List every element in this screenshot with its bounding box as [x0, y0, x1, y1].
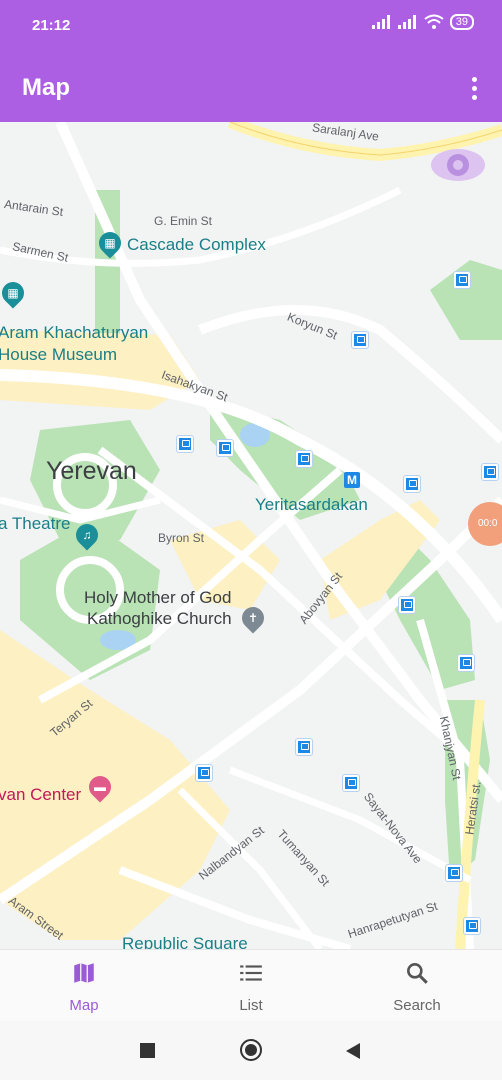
bus-stop-icon[interactable] — [458, 655, 474, 671]
search-icon — [407, 963, 428, 984]
battery-icon: 39 — [449, 14, 474, 30]
street-label: G. Emin St — [154, 214, 213, 228]
street-label: Byron St — [158, 531, 205, 545]
bus-stop-icon[interactable] — [296, 739, 312, 755]
nav-label: List — [239, 997, 263, 1014]
signal-icon — [397, 15, 416, 29]
nav-label: Map — [69, 997, 99, 1014]
bottom-navigation: Map List Search — [0, 949, 502, 1022]
bus-stop-icon[interactable] — [464, 918, 480, 934]
city-label: Yerevan — [46, 457, 137, 485]
map-view[interactable]: 00:0 Saralanj Ave Antarain St G. Emin St… — [0, 122, 502, 949]
bus-stop-icon[interactable] — [352, 332, 368, 348]
bus-stop-icon[interactable] — [454, 272, 470, 288]
back-icon[interactable] — [344, 1041, 362, 1061]
timer-badge-text: 00:0 — [478, 518, 498, 529]
poi-label[interactable]: Holy Mother of God — [84, 589, 231, 606]
bus-stop-icon[interactable] — [343, 775, 359, 791]
overflow-menu-icon[interactable] — [464, 74, 484, 102]
status-bar: 21:12 39 — [0, 0, 502, 54]
poi-label[interactable]: House Museum — [0, 346, 117, 363]
poi-label[interactable]: van Center — [0, 786, 81, 803]
bus-stop-icon[interactable] — [482, 464, 498, 480]
wifi-icon — [424, 14, 444, 29]
poi-label[interactable]: Yeritasardakan — [255, 496, 368, 513]
bus-stop-icon[interactable] — [217, 440, 233, 456]
status-time: 21:12 — [32, 17, 71, 34]
eye-icon[interactable] — [430, 147, 486, 183]
hotel-pin-icon[interactable]: ▬ — [84, 771, 116, 803]
museum-pin-icon[interactable]: ▦ — [94, 227, 126, 259]
metro-icon[interactable]: M — [344, 472, 360, 488]
music-pin-icon[interactable]: ♫ — [71, 519, 103, 551]
system-navigation-bar — [0, 1021, 502, 1080]
bus-stop-icon[interactable] — [399, 597, 415, 613]
app-bar: Map — [0, 54, 502, 122]
list-icon — [240, 965, 262, 981]
poi-label[interactable]: Kathoghike Church — [87, 610, 232, 627]
status-icons: 39 — [371, 14, 474, 30]
bus-stop-icon[interactable] — [446, 865, 462, 881]
poi-label[interactable]: Republic Square — [122, 935, 248, 949]
page-title: Map — [22, 74, 70, 101]
bus-stop-icon[interactable] — [196, 765, 212, 781]
church-pin-icon[interactable]: ✝ — [237, 602, 269, 634]
bus-stop-icon[interactable] — [296, 451, 312, 467]
nav-list[interactable]: List — [191, 960, 311, 1014]
home-icon[interactable] — [240, 1039, 262, 1061]
poi-label[interactable]: Cascade Complex — [127, 236, 266, 253]
bus-stop-icon[interactable] — [177, 436, 193, 452]
signal-icon — [371, 15, 390, 29]
nav-label: Search — [393, 997, 441, 1014]
nav-search[interactable]: Search — [357, 960, 477, 1014]
bus-stop-icon[interactable] — [404, 476, 420, 492]
recent-apps-icon[interactable] — [140, 1043, 155, 1058]
map-icon — [74, 963, 94, 983]
nav-map[interactable]: Map — [24, 960, 144, 1014]
poi-label[interactable]: Aram Khachaturyan — [0, 324, 148, 341]
poi-label[interactable]: a Theatre — [0, 515, 70, 532]
